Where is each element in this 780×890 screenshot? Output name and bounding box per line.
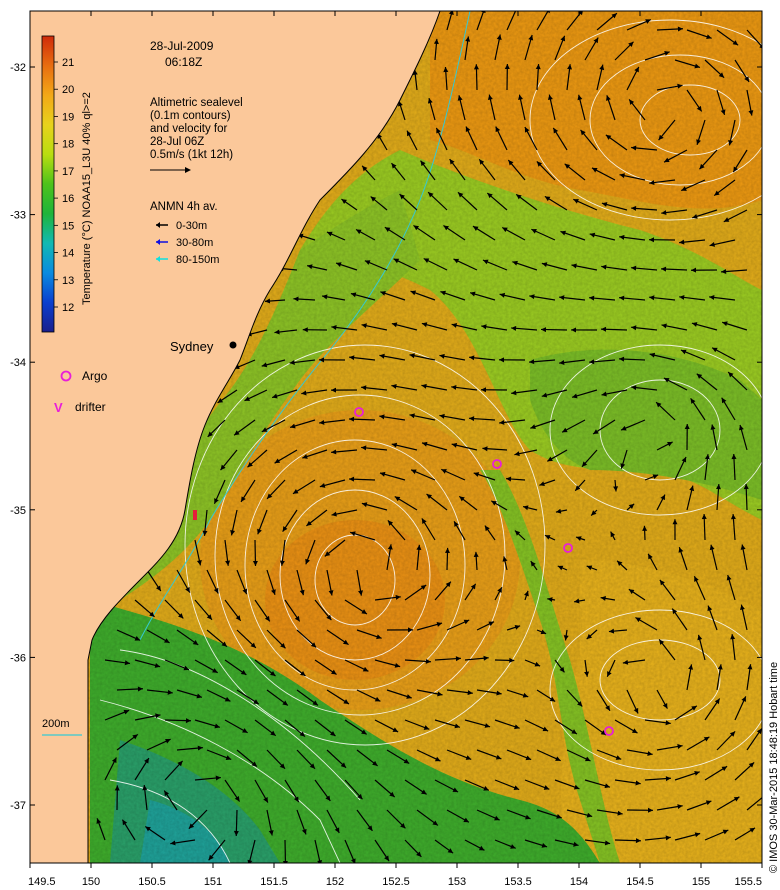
anmn-legend-title: ANMN 4h av. xyxy=(150,201,218,213)
colorbar-tick-label: 15 xyxy=(62,220,74,232)
altimetry-line: and velocity for xyxy=(150,123,228,135)
x-tick-label: 149.5 xyxy=(28,876,56,888)
x-tick-label: 152 xyxy=(326,876,344,888)
y-tick-label: -32 xyxy=(10,62,26,74)
drifter-legend-label: drifter xyxy=(75,400,106,414)
anmn-label: 30-80m xyxy=(176,237,213,249)
colorbar-title: Temperature (°C) NOAA15_L3U 40% ql>=2 xyxy=(81,92,93,305)
anmn-label: 80-150m xyxy=(176,254,219,266)
sst-map: Sydney 149.5 150 150.5 151 151.5 152 152.5 153 1… xyxy=(10,10,780,888)
y-tick-label: -37 xyxy=(10,800,26,812)
colorbar-tick-label: 20 xyxy=(62,84,74,96)
x-tick-label: 155.5 xyxy=(734,876,762,888)
credit-text: © IMOS 30-Mar-2015 18:48:19 Hobart time xyxy=(768,662,780,873)
colorbar-tick-label: 17 xyxy=(62,166,74,178)
y-tick-label: -33 xyxy=(10,210,26,222)
isobath-legend-label: 200m xyxy=(42,718,70,730)
sydney-marker xyxy=(229,341,237,349)
x-tick-label: 150.5 xyxy=(138,876,166,888)
colorbar-tick-label: 16 xyxy=(62,193,74,205)
drifter-marker xyxy=(193,510,197,520)
x-tick-label: 153 xyxy=(448,876,466,888)
argo-legend-label: Argo xyxy=(82,369,108,383)
x-tick-label: 153.5 xyxy=(504,876,532,888)
y-tick-label: -36 xyxy=(10,652,26,664)
y-tick-label: -35 xyxy=(10,505,26,517)
map-date: 28-Jul-2009 xyxy=(150,39,214,53)
map-plot-area xyxy=(30,11,762,863)
drifter-legend-icon: V xyxy=(54,400,63,415)
map-time: 06:18Z xyxy=(165,55,202,69)
city-label-sydney: Sydney xyxy=(170,339,214,354)
x-tick-label: 151 xyxy=(204,876,222,888)
colorbar-tick-label: 19 xyxy=(62,111,74,123)
x-tick-label: 154 xyxy=(570,876,588,888)
altimetry-line: 28-Jul 06Z xyxy=(150,136,204,148)
x-tick-label: 154.5 xyxy=(626,876,654,888)
colorbar-tick-label: 21 xyxy=(62,57,74,69)
y-tick-label: -34 xyxy=(10,357,26,369)
colorbar-tick-label: 14 xyxy=(62,248,74,260)
velocity-arrowhead xyxy=(761,794,762,796)
x-tick-label: 150 xyxy=(82,876,100,888)
altimetry-line: (0.1m contours) xyxy=(150,110,231,122)
anmn-label: 0-30m xyxy=(176,220,207,232)
x-tick-label: 152.5 xyxy=(382,876,410,888)
x-tick-label: 155 xyxy=(692,876,710,888)
colorbar-tick-label: 18 xyxy=(62,139,74,151)
x-tick-label: 151.5 xyxy=(260,876,288,888)
colorbar-tick-label: 13 xyxy=(62,275,74,287)
altimetry-line: 0.5m/s (1kt 12h) xyxy=(150,149,233,161)
colorbar-tick-label: 12 xyxy=(62,302,74,314)
altimetry-line: Altimetric sealevel xyxy=(150,97,243,109)
colorbar xyxy=(41,35,55,333)
